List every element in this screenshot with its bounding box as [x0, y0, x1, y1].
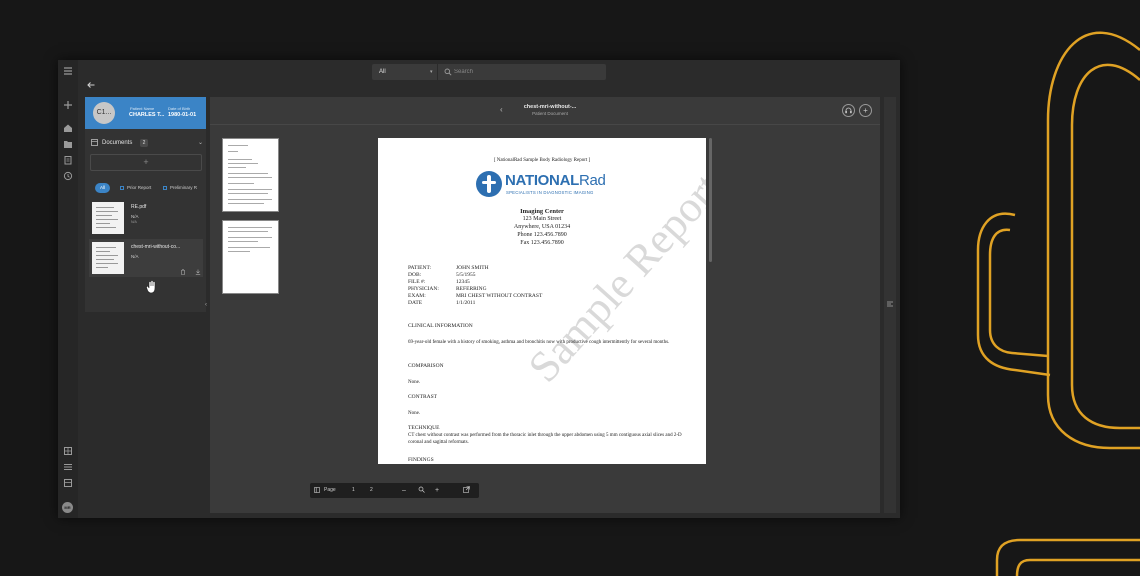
history-icon[interactable] — [63, 171, 73, 181]
document-filters: All Prior Report Preliminary R — [95, 183, 206, 193]
filter-label: Preliminary R — [170, 185, 198, 190]
headset-icon[interactable] — [842, 104, 855, 117]
chevron-down-icon[interactable]: ⌄ — [198, 139, 203, 146]
report-field: PHYSICIAN: REFERRING — [408, 286, 487, 292]
document-scrollbar[interactable] — [709, 138, 712, 262]
document-meta: N/A — [131, 254, 139, 259]
page-thumbnail[interactable] — [222, 220, 279, 294]
clipboard-icon[interactable] — [63, 155, 73, 165]
list-icon[interactable] — [63, 462, 73, 472]
logo-name: NATIONALRad — [505, 172, 606, 189]
top-bar: All ▾ — [78, 60, 900, 94]
zoom-icon[interactable] — [418, 483, 425, 498]
current-page-input[interactable]: 1 — [352, 483, 355, 498]
filter-label: Prior Report — [127, 185, 152, 190]
patient-name-label: Patient Name — [130, 106, 155, 111]
viewer-document-title: chest-mri-without-... — [523, 104, 577, 110]
document-viewer: ‹ chest-mri-without-... Patient Document… — [210, 97, 880, 513]
section-text: CT chest without contrast was performed … — [408, 433, 682, 445]
section-text: None. — [408, 380, 421, 385]
zoom-in-button[interactable]: + — [435, 483, 439, 498]
patient-card: C1... Patient Name CHARLES T... Date of … — [85, 97, 206, 129]
document-list-item[interactable]: RE.pdf N/A N/A — [89, 199, 203, 237]
address-line: Anywhere, USA 01234 — [513, 224, 571, 230]
address-line: 123 Main Street — [522, 216, 562, 222]
documents-header[interactable]: Documents 2 ⌄ — [85, 137, 206, 149]
page-toolbar: Page 1 2 – + — [310, 483, 479, 498]
address-line: Fax 123.456.7890 — [520, 240, 564, 246]
previous-document-icon[interactable]: ‹ — [500, 105, 503, 114]
document-name: chest-mri-without-co... — [131, 244, 181, 250]
mouse-cursor-icon — [146, 280, 156, 294]
home-icon[interactable] — [63, 123, 73, 133]
nav-rail: MR — [58, 60, 78, 518]
caduceus-icon — [476, 171, 502, 197]
center-name: Imaging Center — [520, 208, 564, 215]
open-external-icon[interactable] — [463, 483, 470, 498]
search-bar: All ▾ — [372, 64, 606, 80]
section-text: 69-year-old female with a history of smo… — [408, 340, 670, 345]
logo-tagline: SPECIALISTS IN DIAGNOSTIC IMAGING — [506, 190, 594, 195]
documents-count-badge: 2 — [140, 139, 148, 147]
filter-chip-all[interactable]: All — [95, 183, 110, 193]
section-title: FINDINGS — [408, 457, 434, 463]
document-meta-secondary: N/A — [131, 220, 137, 224]
trash-icon[interactable] — [180, 269, 186, 277]
page-label: Page — [324, 487, 336, 493]
filter-chip-preliminary[interactable]: Preliminary R — [163, 183, 197, 193]
patient-dob-label: Date of Birth — [168, 106, 191, 111]
section-text: None. — [408, 411, 421, 416]
patient-dob-value: 1980-01-01 — [168, 112, 197, 118]
document-thumbnail — [92, 202, 124, 234]
checkbox[interactable] — [163, 185, 167, 190]
side-panel-icon[interactable] — [886, 300, 894, 310]
report-field: PATIENT: JOHN SMITH — [408, 265, 489, 271]
back-arrow-icon[interactable] — [86, 80, 96, 90]
checkbox[interactable] — [120, 185, 124, 190]
search-input[interactable] — [454, 66, 594, 78]
right-rail — [884, 97, 896, 513]
search-scope-select[interactable]: All — [372, 64, 438, 80]
documents-icon — [91, 139, 98, 146]
grid-icon[interactable] — [63, 446, 73, 456]
section-title: CLINICAL INFORMATION — [408, 323, 473, 329]
patient-name-value: CHARLES T... — [129, 112, 165, 118]
document-thumbnail — [92, 242, 124, 274]
report-field: EXAM: MRI CHEST WITHOUT CONTRAST — [408, 293, 543, 299]
report-header: [ NationalRad Sample Body Radiology Repo… — [493, 158, 591, 163]
total-pages: 2 — [370, 487, 373, 493]
viewer-header: ‹ chest-mri-without-... Patient Document… — [210, 97, 880, 125]
folder-icon[interactable] — [63, 139, 73, 149]
app-window: MR All ▾ C1... Patient Name CHARLES T...… — [58, 60, 900, 518]
add-document-button[interactable]: + — [90, 154, 202, 171]
chevron-down-icon: ▾ — [430, 69, 433, 75]
document-list-item[interactable]: chest-mri-without-co... N/A — [89, 239, 203, 277]
report-field: DATE 1/1/2011 — [408, 300, 476, 306]
sidebar-toggle-icon[interactable] — [314, 483, 320, 498]
report-field: DOB: 5/5/1955 — [408, 272, 476, 278]
document-meta: N/A — [131, 214, 139, 219]
document-page: Sample Report [ NationalRad Sample Body … — [378, 138, 706, 464]
download-icon[interactable] — [195, 269, 201, 277]
section-title: COMPARISON — [408, 363, 444, 369]
zoom-out-button[interactable]: – — [402, 483, 406, 498]
add-icon[interactable] — [63, 100, 73, 110]
page-thumbnail[interactable] — [222, 138, 279, 212]
filter-chip-prior-report[interactable]: Prior Report — [120, 183, 151, 193]
search-icon — [444, 68, 452, 76]
menu-icon[interactable] — [63, 66, 73, 76]
patient-avatar: C1... — [93, 102, 115, 124]
address-line: Phone 123.456.7890 — [517, 232, 567, 238]
document-name: RE.pdf — [131, 204, 147, 210]
documents-title: Documents — [102, 140, 133, 146]
nationalrad-logo: NATIONALRad SPECIALISTS IN DIAGNOSTIC IM… — [476, 171, 608, 199]
user-avatar[interactable]: MR — [62, 502, 73, 513]
report-field: FILE #: 12345 — [408, 279, 470, 285]
panel-icon[interactable] — [63, 478, 73, 488]
section-title: CONTRAST — [408, 394, 438, 400]
add-button[interactable]: + — [859, 104, 872, 117]
viewer-document-subtitle: Patient Document — [532, 111, 568, 116]
section-title: TECHNIQUE — [408, 425, 440, 431]
